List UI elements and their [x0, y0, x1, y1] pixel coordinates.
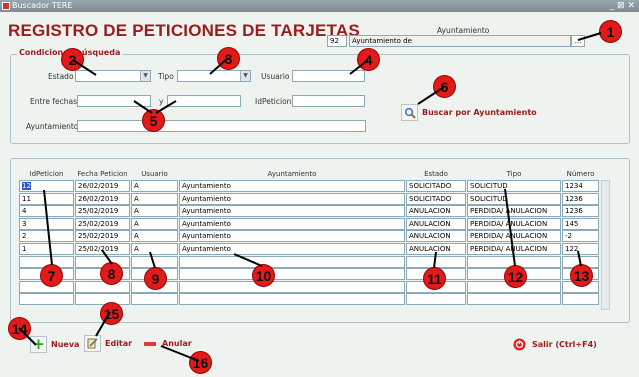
column-header-numero: Número [566, 170, 595, 178]
callout-7: 7 [40, 264, 63, 287]
minus-icon [141, 335, 158, 352]
table-cell-numero[interactable]: 145 [562, 217, 599, 230]
table-cell-usuario[interactable] [131, 255, 178, 268]
anular-button-label: Anular [162, 339, 192, 348]
table-cell-estado[interactable] [406, 255, 466, 268]
callout-15: 15 [100, 302, 123, 325]
table-cell-ayuntamiento[interactable] [179, 293, 405, 306]
callout-1: 1 [599, 20, 622, 43]
callout-2: 2 [61, 48, 84, 71]
table-cell-tipo[interactable]: PERDIDA/ ANULACION [467, 243, 561, 255]
table-cell-ayuntamiento[interactable]: Ayuntamiento [179, 217, 405, 230]
column-header-ayuntamiento: Ayuntamiento [267, 170, 317, 178]
power-icon [511, 336, 528, 353]
table-cell-idpeticion[interactable] [19, 293, 74, 306]
table-scrollbar[interactable] [601, 180, 610, 310]
table-cell-fecha-peticion[interactable]: 25/02/2019 [75, 205, 130, 218]
salir-button-label: Salir (Ctrl+F4) [532, 340, 597, 349]
table-cell-idpeticion[interactable]: 3 [19, 217, 74, 230]
table-cell-fecha-peticion[interactable]: 25/02/2019 [75, 217, 130, 230]
callout-4: 4 [357, 48, 380, 71]
callout-13: 13 [570, 264, 593, 287]
table-cell-usuario[interactable]: A [131, 230, 178, 243]
column-header-usuario: Usuario [141, 170, 168, 178]
callout-14: 14 [8, 317, 31, 340]
table-cell-ayuntamiento[interactable]: Ayuntamiento [179, 243, 405, 255]
salir-button[interactable]: Salir (Ctrl+F4) [511, 336, 597, 353]
callout-12: 12 [504, 265, 527, 288]
callout-16: 16 [189, 351, 212, 374]
callout-11: 11 [423, 267, 446, 290]
column-header-tipo: Tipo [506, 170, 522, 178]
table-cell-idpeticion[interactable]: 2 [19, 230, 74, 243]
table-cell-estado[interactable]: SOLICITADO [406, 180, 466, 192]
column-header-estado: Estado [424, 170, 448, 178]
table-cell-fecha-peticion[interactable]: 25/02/2019 [75, 243, 130, 255]
table-cell-estado[interactable] [406, 293, 466, 306]
table-cell-estado[interactable]: SOLICITADO [406, 192, 466, 205]
editar-button[interactable]: Editar [84, 335, 132, 352]
nueva-button[interactable]: + Nueva [30, 336, 79, 353]
table-cell-idpeticion[interactable]: 11 [19, 192, 74, 205]
table-cell-ayuntamiento[interactable]: Ayuntamiento [179, 205, 405, 218]
table-cell-usuario[interactable]: A [131, 180, 178, 192]
table-cell-numero[interactable]: -2 [562, 230, 599, 243]
table-cell-ayuntamiento[interactable]: Ayuntamiento [179, 180, 405, 192]
callout-3: 3 [217, 47, 240, 70]
table-cell-usuario[interactable]: A [131, 217, 178, 230]
table-cell-estado[interactable]: ANULACION [406, 230, 466, 243]
table-cell-idpeticion[interactable]: 4 [19, 205, 74, 218]
table-cell-usuario[interactable]: A [131, 192, 178, 205]
table-cell-numero[interactable]: 1236 [562, 192, 599, 205]
column-header-idpeticion: IdPeticion [29, 170, 64, 178]
table-cell-tipo[interactable]: SOLICITUD [467, 192, 561, 205]
table-cell-tipo[interactable] [467, 293, 561, 306]
table-cell-tipo[interactable]: SOLICITUD [467, 180, 561, 192]
edit-icon [84, 335, 101, 352]
table-cell-tipo[interactable]: PERDIDA/ ANULACION [467, 205, 561, 218]
nueva-button-label: Nueva [51, 340, 80, 349]
table-cell-fecha-peticion[interactable]: 26/02/2019 [75, 192, 130, 205]
callout-9: 9 [144, 267, 167, 290]
table-cell-ayuntamiento[interactable]: Ayuntamiento [179, 230, 405, 243]
callout-5: 5 [142, 109, 165, 132]
table-cell-ayuntamiento[interactable] [179, 280, 405, 293]
table-cell-estado[interactable]: ANULACION [406, 217, 466, 230]
table-cell-estado[interactable]: ANULACION [406, 243, 466, 255]
table-cell-tipo[interactable]: PERDIDA/ ANULACION [467, 230, 561, 243]
results-table: IdPeticion Fecha Peticion Usuario Ayuntamie… [0, 0, 639, 377]
table-cell-numero[interactable]: 122 [562, 243, 599, 255]
callout-10: 10 [252, 264, 275, 287]
table-cell-tipo[interactable]: PERDIDA/ ANULACION [467, 217, 561, 230]
table-cell-ayuntamiento[interactable] [179, 268, 405, 281]
anular-button[interactable]: Anular [141, 335, 192, 352]
callout-8: 8 [100, 262, 123, 285]
table-cell-ayuntamiento[interactable]: Ayuntamiento [179, 192, 405, 205]
table-cell-idpeticion[interactable]: 12 [19, 180, 74, 192]
column-header-fecha-peticion: Fecha Peticion [77, 170, 128, 178]
table-cell-usuario[interactable] [131, 293, 178, 306]
table-cell-fecha-peticion[interactable]: 26/02/2019 [75, 180, 130, 192]
table-cell-estado[interactable]: ANULACION [406, 205, 466, 218]
table-cell-ayuntamiento[interactable] [179, 255, 405, 268]
table-cell-fecha-peticion[interactable] [75, 293, 130, 306]
callout-6: 6 [433, 75, 456, 98]
table-cell-fecha-peticion[interactable] [75, 280, 130, 293]
table-cell-numero[interactable] [562, 293, 599, 306]
table-cell-usuario[interactable]: A [131, 205, 178, 218]
table-cell-usuario[interactable]: A [131, 243, 178, 255]
table-cell-fecha-peticion[interactable]: 25/02/2019 [75, 230, 130, 243]
table-cell-numero[interactable]: 1236 [562, 205, 599, 218]
table-cell-idpeticion[interactable]: 1 [19, 243, 74, 255]
table-cell-numero[interactable]: 1234 [562, 180, 599, 192]
editar-button-label: Editar [105, 339, 133, 348]
plus-icon: + [30, 336, 47, 353]
